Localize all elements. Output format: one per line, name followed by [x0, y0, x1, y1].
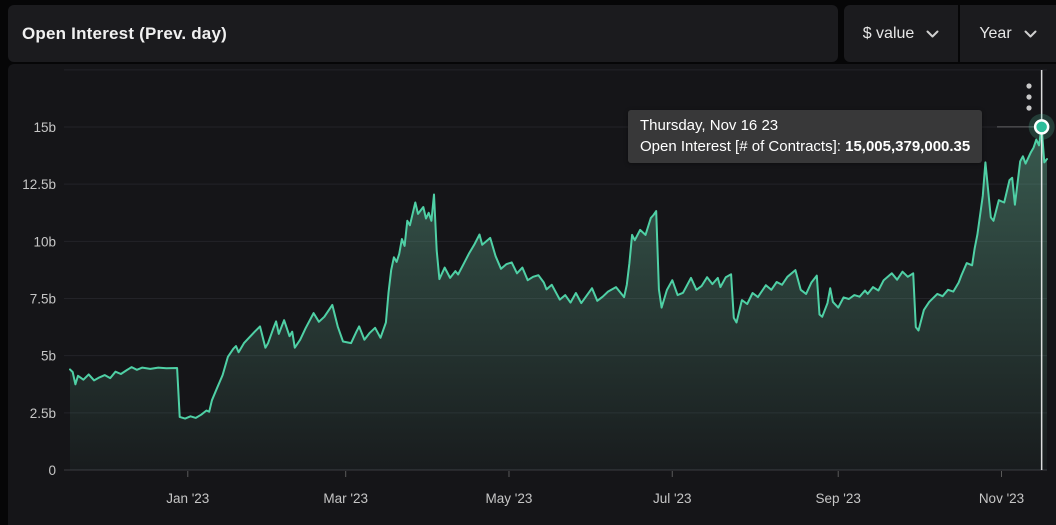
open-interest-area-chart[interactable]: 0 2.5b 5b 7.5b 10b 12.5b 15b Jan '23 Mar '23 May … [0, 64, 1056, 525]
x-axis-label: Jan '23 [166, 491, 209, 506]
chart-controls: $ value Year [844, 5, 1056, 62]
chevron-down-icon [1024, 30, 1037, 38]
title-card: Open Interest (Prev. day) [8, 5, 838, 62]
value-unit-label: $ value [863, 25, 915, 43]
widget-header: Open Interest (Prev. day) $ value Year [8, 5, 1056, 62]
y-axis-label: 2.5b [30, 406, 56, 421]
x-axis-label: Sep '23 [816, 491, 861, 506]
time-range-dropdown[interactable]: Year [960, 5, 1056, 62]
x-axis-label: Nov '23 [979, 491, 1024, 506]
hover-marker [1035, 120, 1048, 133]
x-axis-label: May '23 [486, 491, 533, 506]
y-axis-label: 0 [48, 463, 56, 478]
y-axis-label: 15b [33, 120, 56, 135]
y-axis-label: 12.5b [22, 177, 56, 192]
x-axis-label: Jul '23 [653, 491, 692, 506]
chart-menu-button[interactable] [1015, 76, 1043, 118]
chart-title: Open Interest (Prev. day) [22, 24, 227, 44]
kebab-menu-icon [1015, 76, 1043, 118]
value-unit-dropdown[interactable]: $ value [844, 5, 958, 62]
y-axis-label: 10b [33, 234, 56, 249]
time-range-label: Year [979, 25, 1011, 43]
chevron-down-icon [926, 30, 939, 38]
x-axis-label: Mar '23 [323, 491, 368, 506]
y-axis-label: 7.5b [30, 292, 56, 307]
y-axis-label: 5b [41, 349, 56, 364]
open-interest-widget: Open Interest (Prev. day) $ value Year [0, 0, 1056, 525]
